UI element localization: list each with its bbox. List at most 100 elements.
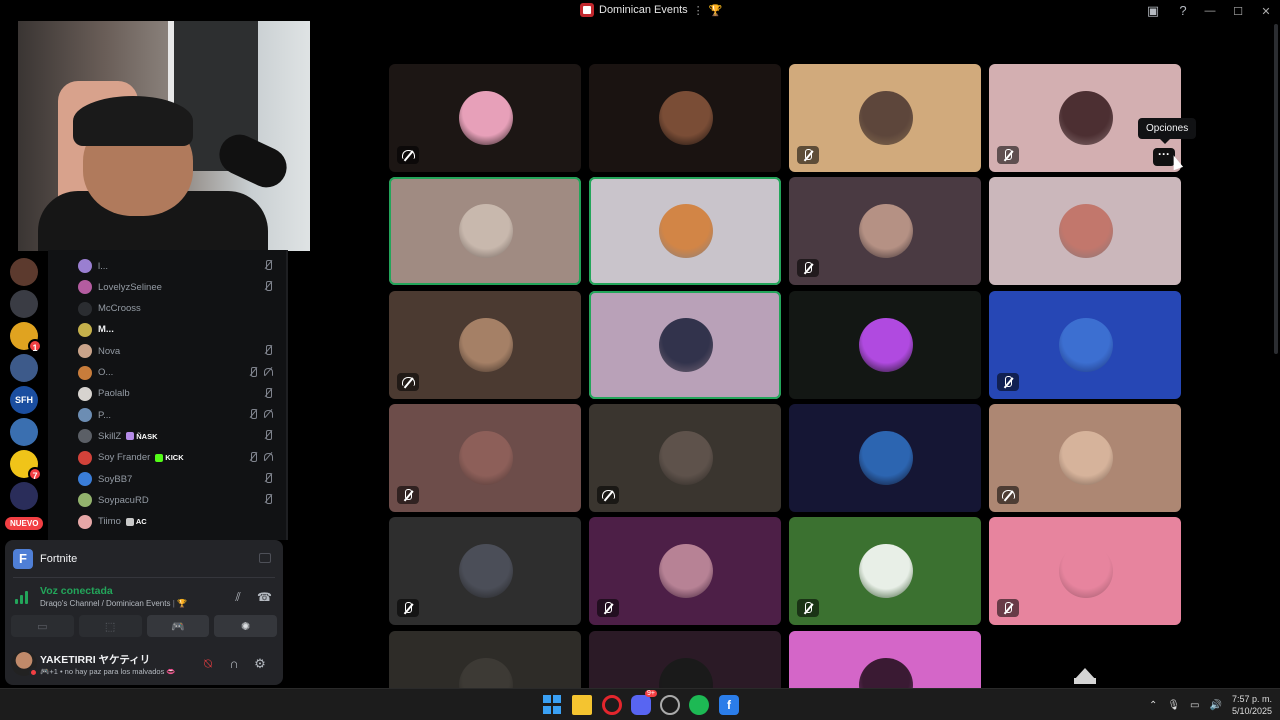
member-item[interactable]: O...	[78, 363, 283, 383]
avatar	[459, 317, 513, 372]
activity-button[interactable]: 🎮	[146, 615, 210, 637]
server-icon	[580, 3, 594, 17]
participant-tile[interactable]	[989, 290, 1181, 399]
participant-tile[interactable]	[589, 177, 781, 286]
steam-icon[interactable]	[660, 695, 680, 715]
member-item[interactable]: Paolalb	[78, 384, 283, 404]
system-tray: ⌃ 🎙 ▭ 🔊 7:57 p. m. 5/10/2025	[1149, 693, 1272, 717]
chevron-up-icon[interactable]: ⌃	[1149, 700, 1157, 711]
member-item[interactable]: M...	[78, 320, 283, 340]
avatar	[1059, 204, 1113, 259]
voice-status-title[interactable]: Voz conectada	[40, 585, 113, 597]
participant-tile[interactable]	[789, 403, 981, 512]
member-name: l...	[98, 260, 109, 272]
close-icon[interactable]: ✕	[1252, 5, 1280, 18]
server-icon-1[interactable]	[10, 258, 38, 286]
network-icon[interactable]: ▭	[1190, 700, 1199, 711]
participant-tile[interactable]	[789, 177, 981, 286]
participant-tile[interactable]	[989, 403, 1181, 512]
participant-tile[interactable]	[589, 290, 781, 399]
voice-panel: F Fortnite Voz conectada Draqo's Channel…	[5, 540, 283, 685]
file-explorer-icon[interactable]	[572, 695, 592, 715]
participant-tile[interactable]	[989, 177, 1181, 286]
discord-icon[interactable]: 9+	[631, 690, 657, 715]
window-controls: — ☐ ✕	[1196, 0, 1280, 22]
participant-tile[interactable]	[389, 403, 581, 512]
scrollbar[interactable]	[1274, 24, 1278, 354]
participant-tile[interactable]	[789, 630, 981, 688]
participant-tile[interactable]	[589, 64, 781, 172]
disconnect-icon[interactable]: ☎	[257, 590, 272, 604]
avatar	[659, 430, 713, 485]
avatar	[859, 430, 913, 485]
member-item[interactable]: P...	[78, 405, 283, 425]
participant-tile[interactable]	[389, 64, 581, 172]
webcam-overlay	[18, 21, 310, 251]
soundboard-button[interactable]: ✺	[214, 615, 277, 637]
participant-tile[interactable]	[589, 630, 781, 688]
noise-suppression-icon[interactable]: ⫽	[231, 590, 245, 604]
microphone-icon[interactable]: 🎙	[1167, 700, 1180, 711]
volume-icon[interactable]: 🔊	[1210, 700, 1222, 711]
participant-tile[interactable]	[789, 64, 981, 172]
mute-icon[interactable]: ⍉	[199, 655, 217, 673]
spotify-icon[interactable]	[689, 695, 709, 715]
activity-row[interactable]: F Fortnite	[13, 548, 275, 570]
server-icon-3[interactable]: 1	[10, 322, 42, 353]
headphones-icon[interactable]: ∩	[225, 655, 243, 673]
participant-tile[interactable]	[389, 177, 581, 286]
muted-mic-icon	[263, 345, 273, 356]
member-item[interactable]: Tiimo AC	[78, 512, 283, 532]
windows-start-icon[interactable]	[543, 695, 563, 715]
member-item[interactable]: LovelyzSelinee	[78, 277, 283, 297]
camera-button[interactable]: ▭	[11, 615, 74, 637]
signal-icon[interactable]	[15, 590, 31, 604]
server-icon-sfh[interactable]: SFH	[10, 386, 38, 414]
server-icon-7[interactable]: 7	[10, 450, 42, 481]
server-icon-6[interactable]	[10, 418, 38, 446]
maximize-icon[interactable]: ☐	[1224, 5, 1252, 18]
participant-tile[interactable]	[589, 403, 781, 512]
new-badge[interactable]: NUEVO	[5, 517, 44, 530]
voice-channel-path[interactable]: Draqo's Channel / Dominican Events | 🏆	[40, 599, 187, 608]
help-icon[interactable]: ?	[1175, 3, 1191, 19]
server-icon-2[interactable]	[10, 290, 38, 318]
member-item[interactable]: McCrooss	[78, 299, 283, 319]
member-item[interactable]: SoypacuRD	[78, 490, 283, 510]
deafened-icon	[997, 485, 1019, 504]
avatar	[78, 408, 92, 423]
member-item[interactable]: l...	[78, 256, 283, 276]
participant-tile[interactable]	[789, 517, 981, 626]
options-tooltip: Opciones	[1138, 118, 1197, 144]
gear-icon[interactable]: ⚙	[251, 655, 269, 673]
muted-mic-icon	[997, 146, 1019, 164]
deafened-icon	[263, 409, 273, 419]
participant-tile[interactable]	[589, 517, 781, 626]
clock[interactable]: 7:57 p. m. 5/10/2025	[1232, 693, 1272, 717]
screen-icon[interactable]	[259, 553, 271, 563]
muted-mic-icon	[597, 599, 619, 618]
inbox-icon[interactable]: ▣	[1145, 3, 1161, 19]
server-icon-4[interactable]	[10, 354, 38, 382]
username[interactable]: YAKETIRRI ヤケティリ	[40, 652, 150, 667]
member-item[interactable]: SoyBB7	[78, 469, 283, 489]
voice-connected-row: Voz conectada Draqo's Channel / Dominica…	[13, 584, 275, 612]
avatar	[459, 204, 513, 259]
member-name: Soy Frander	[98, 452, 151, 464]
avatar	[78, 280, 92, 295]
screen-share-button[interactable]: ⬚	[78, 615, 142, 637]
server-icon-8[interactable]	[10, 482, 38, 510]
member-item[interactable]: Nova	[78, 341, 283, 361]
member-item[interactable]: SkillZ ÑASK	[78, 426, 283, 446]
participant-tile[interactable]	[789, 290, 981, 399]
participant-tile[interactable]	[989, 517, 1181, 626]
opera-icon[interactable]	[602, 695, 622, 715]
member-tag: ÑASK	[126, 432, 158, 441]
minimize-icon[interactable]: —	[1196, 5, 1224, 17]
participant-tile[interactable]	[389, 517, 581, 626]
member-item[interactable]: Soy Frander KICK	[78, 448, 283, 468]
participant-tile[interactable]	[389, 630, 581, 688]
avatar	[1059, 544, 1113, 599]
fortnite-taskbar-icon[interactable]: f	[719, 695, 739, 715]
participant-tile[interactable]	[389, 290, 581, 399]
